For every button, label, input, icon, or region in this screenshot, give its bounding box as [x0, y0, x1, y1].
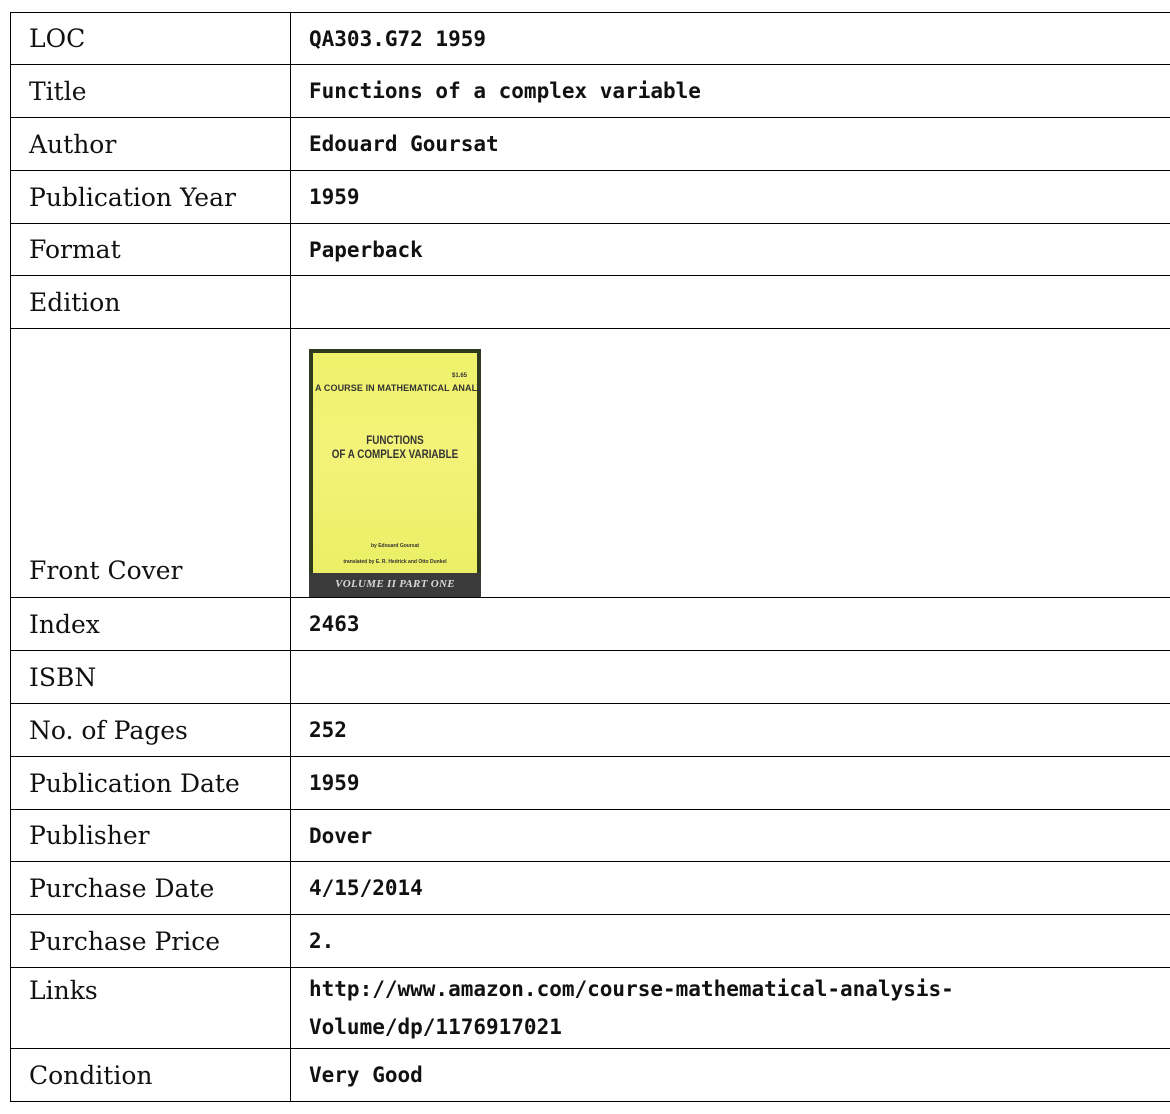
purchase-price-label: Purchase Price: [10, 914, 291, 968]
cover-series-title: A COURSE IN MATHEMATICAL ANALYSIS: [315, 383, 481, 393]
author-label: Author: [10, 117, 291, 171]
publication-date-label: Publication Date: [10, 756, 291, 810]
publication-year-label: Publication Year: [10, 170, 291, 224]
book-record-table: LOC QA303.G72 1959 Title Functions of a …: [10, 12, 1170, 1102]
title-value: Functions of a complex variable: [290, 64, 1170, 118]
row-links: Links http://www.amazon.com/course-mathe…: [10, 967, 1170, 1049]
purchase-price-value: 2.: [290, 914, 1170, 968]
condition-label: Condition: [10, 1048, 291, 1102]
row-edition: Edition: [10, 275, 1170, 329]
row-purchase-price: Purchase Price 2.: [10, 914, 1170, 968]
cover-volume-band: VOLUME II PART ONE: [309, 573, 481, 597]
publication-year-value: 1959: [290, 170, 1170, 224]
links-value-line-2[interactable]: Volume/dp/1176917021: [309, 1008, 1170, 1046]
front-cover-label: Front Cover: [10, 328, 291, 598]
purchase-date-value: 4/15/2014: [290, 861, 1170, 915]
index-label: Index: [10, 597, 291, 651]
row-condition: Condition Very Good: [10, 1048, 1170, 1102]
row-index: Index 2463: [10, 597, 1170, 651]
links-value[interactable]: http://www.amazon.com/course-mathematica…: [290, 967, 1170, 1049]
format-value: Paperback: [290, 223, 1170, 276]
row-front-cover: Front Cover $1.65 A COURSE IN MATHEMATIC…: [10, 328, 1170, 598]
row-purchase-date: Purchase Date 4/15/2014: [10, 861, 1170, 915]
pages-label: No. of Pages: [10, 703, 291, 757]
format-label: Format: [10, 223, 291, 276]
purchase-date-label: Purchase Date: [10, 861, 291, 915]
author-value: Edouard Goursat: [290, 117, 1170, 171]
condition-value: Very Good: [290, 1048, 1170, 1102]
pages-value: 252: [290, 703, 1170, 757]
title-label: Title: [10, 64, 291, 118]
row-publication-year: Publication Year 1959: [10, 170, 1170, 224]
publisher-label: Publisher: [10, 809, 291, 862]
loc-label: LOC: [10, 12, 291, 65]
links-value-line-1[interactable]: http://www.amazon.com/course-mathematica…: [309, 970, 1170, 1008]
publication-date-value: 1959: [290, 756, 1170, 810]
row-author: Author Edouard Goursat: [10, 117, 1170, 171]
front-cover-cell: $1.65 A COURSE IN MATHEMATICAL ANALYSIS …: [290, 328, 1170, 598]
row-publication-date: Publication Date 1959: [10, 756, 1170, 810]
isbn-label: ISBN: [10, 650, 291, 704]
edition-label: Edition: [10, 275, 291, 329]
links-label: Links: [10, 967, 291, 1049]
row-publisher: Publisher Dover: [10, 809, 1170, 862]
loc-value: QA303.G72 1959: [290, 12, 1170, 65]
front-cover-image[interactable]: $1.65 A COURSE IN MATHEMATICAL ANALYSIS …: [309, 349, 481, 597]
row-format: Format Paperback: [10, 223, 1170, 276]
publisher-value: Dover: [290, 809, 1170, 862]
isbn-value: [290, 650, 1170, 704]
row-isbn: ISBN: [10, 650, 1170, 704]
row-pages: No. of Pages 252: [10, 703, 1170, 757]
cover-title-line-2: OF A COMPLEX VARIABLE: [331, 447, 459, 461]
row-title: Title Functions of a complex variable: [10, 64, 1170, 118]
row-loc: LOC QA303.G72 1959: [10, 12, 1170, 65]
edition-value: [290, 275, 1170, 329]
index-value: 2463: [290, 597, 1170, 651]
